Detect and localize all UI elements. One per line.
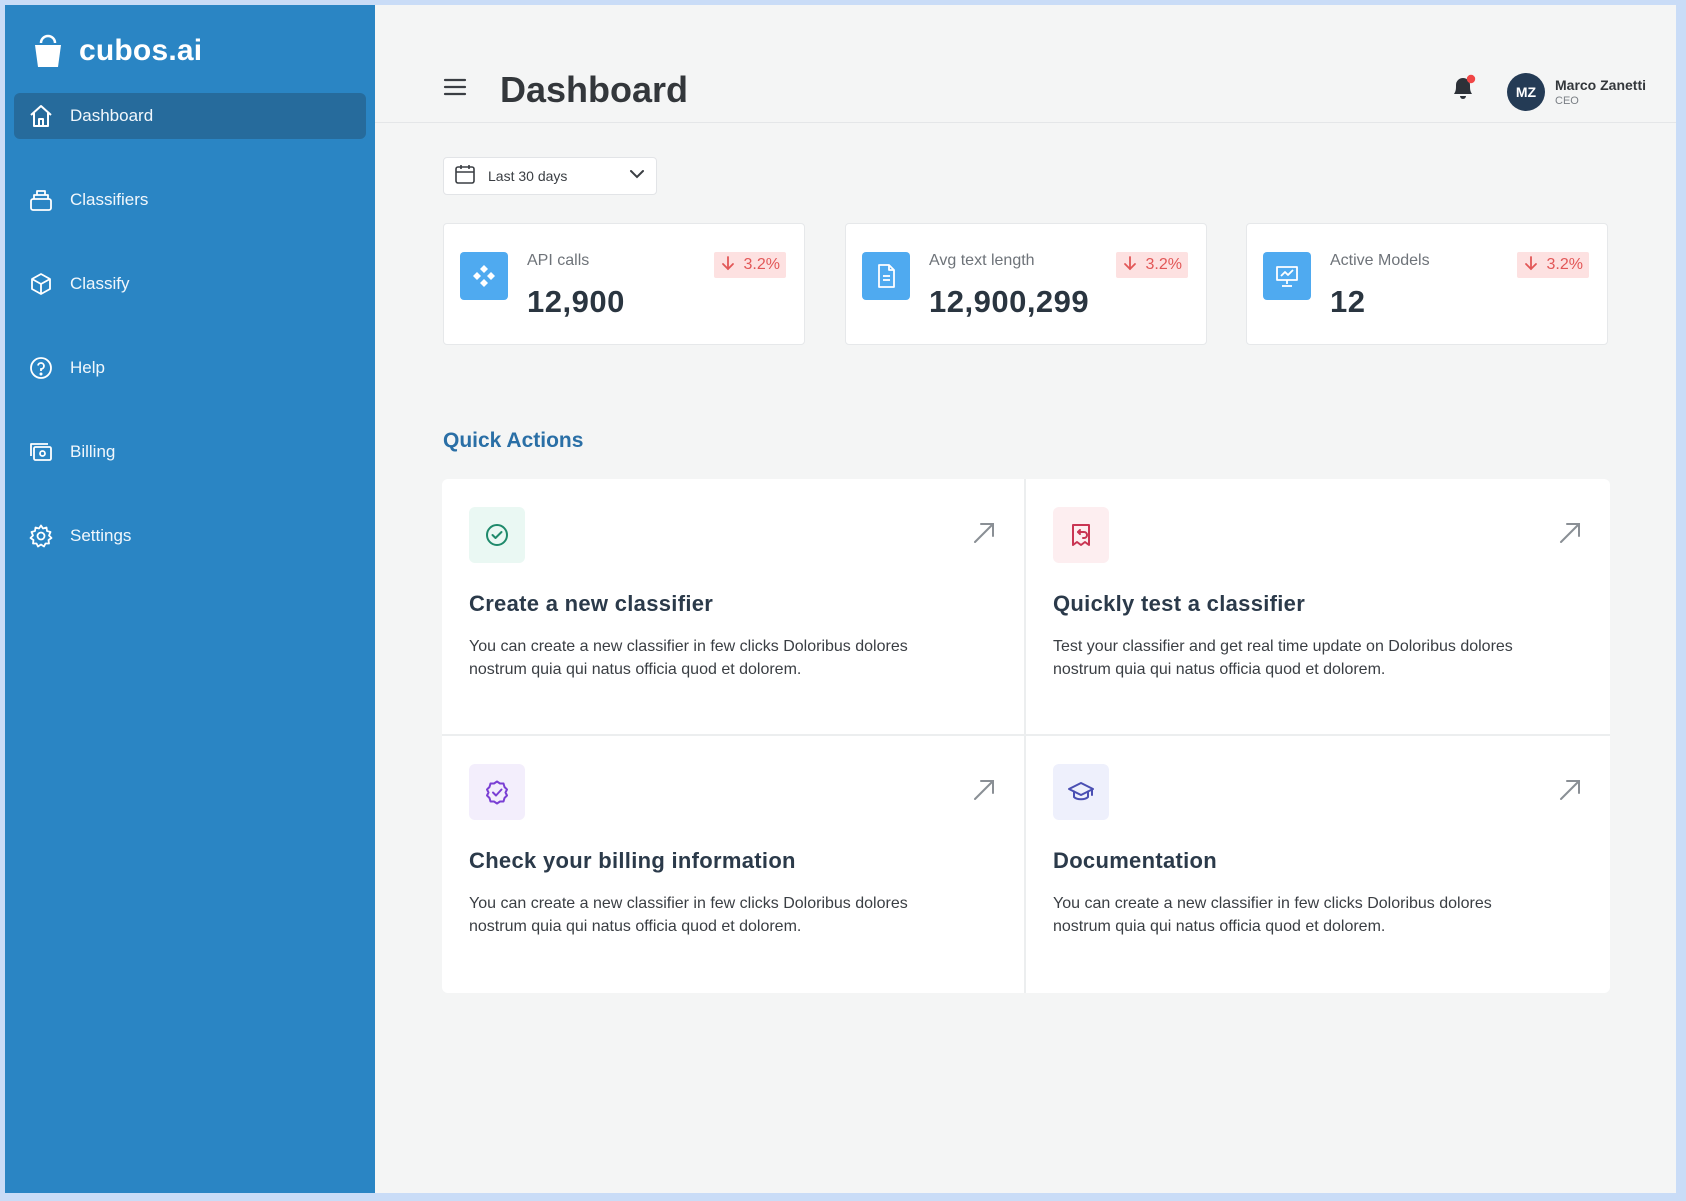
badge-check-icon [469, 764, 525, 820]
sidebar-item-label: Billing [70, 442, 116, 461]
arrow-up-right-icon [972, 521, 996, 545]
cube-icon [28, 271, 54, 297]
sidebar-item-label: Classify [70, 274, 130, 293]
sidebar-item-help[interactable]: Help [14, 345, 366, 391]
menu-icon[interactable] [443, 77, 467, 97]
quick-action-description: You can create a new classifier in few c… [1053, 895, 1492, 935]
chevron-down-icon [628, 165, 646, 188]
arrow-down-icon [1523, 255, 1539, 276]
change-value: 3.2% [1546, 256, 1583, 273]
receipt-refund-icon [1053, 507, 1109, 563]
user-name: Marco Zanetti [1555, 77, 1647, 93]
gear-icon [28, 523, 54, 549]
check-circle-icon [469, 507, 525, 563]
sidebar-item-label: Settings [70, 526, 132, 545]
quick-action-title: Documentation [1053, 848, 1218, 873]
presentation-chart-icon [1263, 252, 1311, 300]
quick-action-title: Check your billing information [469, 848, 796, 873]
arrow-up-right-icon [1558, 778, 1582, 802]
sidebar-item-label: Classifiers [70, 190, 149, 209]
home-icon [28, 103, 54, 129]
arrow-down-icon [720, 255, 736, 276]
document-icon [862, 252, 910, 300]
avatar[interactable]: MZ [1507, 73, 1545, 111]
brand[interactable]: cubos.ai [5, 29, 375, 73]
change-badge: 3.2% [1516, 252, 1589, 278]
header: Dashboard MZ Marco Zanetti CEO [375, 5, 1676, 123]
page-title: Dashboard [500, 69, 689, 110]
arrow-up-right-icon [972, 778, 996, 802]
bucket-logo-icon [31, 33, 65, 69]
stat-label: Avg text length [929, 252, 1035, 269]
quick-action-title: Quickly test a classifier [1053, 591, 1306, 616]
sidebar-item-classify[interactable]: Classify [14, 261, 366, 307]
stat-value: 12,900,299 [929, 284, 1090, 319]
quick-action-billing-info[interactable]: Check your billing information You can c… [442, 736, 1026, 993]
sidebar-item-label: Help [70, 358, 105, 377]
api-icon [460, 252, 508, 300]
stat-value: 12,900 [527, 284, 625, 319]
quick-action-description: You can create a new classifier in few c… [469, 638, 908, 678]
sidebar-item-billing[interactable]: Billing [14, 429, 366, 475]
main-content: Dashboard MZ Marco Zanetti CEO Last 30 d… [375, 5, 1676, 1193]
brand-name: cubos.ai [79, 34, 203, 67]
date-range-label: Last 30 days [488, 168, 568, 184]
arrow-up-right-icon [1558, 521, 1582, 545]
user-role: CEO [1555, 95, 1579, 107]
quick-action-create-classifier[interactable]: Create a new classifier You can create a… [442, 479, 1026, 736]
notification-bell-icon[interactable] [1448, 73, 1478, 103]
app-window: cubos.ai Dashboard Classifiers Classify … [5, 5, 1676, 1193]
stat-label: API calls [527, 252, 590, 269]
sidebar-item-dashboard[interactable]: Dashboard [14, 93, 366, 139]
change-value: 3.2% [1145, 256, 1182, 273]
quick-action-title: Create a new classifier [469, 591, 714, 616]
change-value: 3.2% [743, 256, 780, 273]
stat-label: Active Models [1330, 252, 1430, 269]
academic-cap-icon [1053, 764, 1109, 820]
date-range-dropdown[interactable]: Last 30 days [443, 157, 657, 195]
stat-card-api-calls: API calls 12,900 3.2% [443, 223, 805, 345]
stat-card-active-models: Active Models 12 3.2% [1246, 223, 1608, 345]
arrow-down-icon [1122, 255, 1138, 276]
stat-value: 12 [1330, 284, 1366, 319]
quick-action-documentation[interactable]: Documentation You can create a new class… [1026, 736, 1610, 993]
quick-action-description: You can create a new classifier in few c… [469, 895, 908, 935]
change-badge: 3.2% [1115, 252, 1188, 278]
change-badge: 3.2% [713, 252, 786, 278]
stack-icon [28, 187, 54, 213]
calendar-icon [454, 163, 476, 190]
quick-actions-grid: Create a new classifier You can create a… [442, 479, 1610, 993]
sidebar-item-label: Dashboard [70, 106, 154, 125]
sidebar: cubos.ai Dashboard Classifiers Classify … [5, 5, 375, 1193]
quick-action-description: Test your classifier and get real time u… [1053, 638, 1513, 678]
sidebar-item-settings[interactable]: Settings [14, 513, 366, 559]
quick-actions-title: Quick Actions [443, 429, 584, 452]
stat-card-avg-text-length: Avg text length 12,900,299 3.2% [845, 223, 1207, 345]
billing-icon [28, 439, 54, 465]
quick-action-test-classifier[interactable]: Quickly test a classifier Test your clas… [1026, 479, 1610, 736]
help-circle-icon [28, 355, 54, 381]
sidebar-item-classifiers[interactable]: Classifiers [14, 177, 366, 223]
